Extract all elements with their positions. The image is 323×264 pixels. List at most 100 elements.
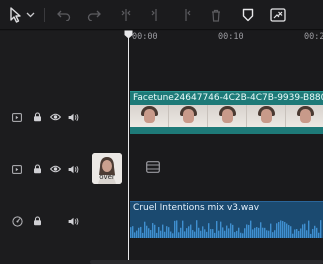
eye-icon[interactable] — [48, 110, 62, 124]
audio-clip-title: Cruel Intentions mix v3.wav — [133, 203, 260, 213]
redo-button[interactable] — [84, 5, 104, 25]
lock-icon[interactable] — [30, 162, 44, 176]
waveform-bar — [140, 226, 142, 238]
waveform-bar — [260, 222, 262, 238]
waveform-bar — [184, 231, 186, 238]
waveform-bar — [274, 230, 276, 238]
image-edit-icon — [270, 8, 286, 22]
waveform-bar — [132, 226, 134, 238]
waveform-bar — [214, 232, 216, 238]
split-left-icon — [151, 9, 157, 21]
time-ruler[interactable]: 00:00 00:10 00:20 — [128, 31, 323, 43]
waveform-bar — [278, 221, 280, 238]
waveform-bar — [212, 229, 214, 238]
waveform-bar — [308, 220, 310, 238]
video-frame-thumbnail — [169, 105, 208, 127]
waveform-bar — [238, 227, 240, 238]
waveform-bar — [188, 226, 190, 238]
waveform-bar — [272, 232, 274, 238]
waveform-bar — [202, 226, 204, 238]
speaker-icon[interactable] — [66, 110, 80, 124]
waveform-bar — [218, 230, 220, 238]
waveform-bar — [174, 220, 176, 238]
video-clip[interactable]: Facetune24647746-4C2B-4C7B-9939-B88060 — [130, 91, 323, 134]
waveform-bar — [316, 227, 318, 238]
audio-disc-icon[interactable] — [10, 214, 24, 228]
split-right-button[interactable] — [176, 5, 196, 25]
waveform-bar — [162, 224, 164, 238]
waveform-bar — [266, 230, 268, 238]
undo-button[interactable] — [54, 5, 74, 25]
waveform-bar — [286, 223, 288, 238]
mark-button[interactable] — [238, 5, 258, 25]
waveform-bar — [222, 227, 224, 238]
waveform-bar — [134, 232, 136, 238]
waveform-bar — [138, 227, 140, 238]
eye-icon[interactable] — [48, 162, 62, 176]
video-frame-thumbnail — [208, 105, 247, 127]
toolbar-divider — [44, 8, 45, 22]
undo-icon — [57, 10, 71, 21]
waveform-bar — [318, 232, 320, 238]
waveform-bar — [298, 230, 300, 238]
ruler-tick-label: 00:20 — [304, 32, 323, 42]
video-track-controls — [0, 107, 90, 127]
waveform-bar — [240, 232, 242, 238]
waveform-bar — [280, 220, 282, 238]
waveform-bar — [148, 228, 150, 238]
waveform-bar — [304, 223, 306, 238]
waveform-bar — [146, 225, 148, 238]
waveform-bar — [154, 224, 156, 238]
waveform-bar — [246, 224, 248, 238]
tool-dropdown[interactable] — [24, 5, 36, 25]
cover-track-controls — [0, 159, 90, 179]
waveform-bar — [226, 225, 228, 238]
waveform-bar — [178, 232, 180, 238]
screen-icon[interactable] — [10, 110, 24, 124]
waveform-bar — [158, 227, 160, 238]
waveform-bar — [302, 224, 304, 238]
waveform-bar — [292, 233, 294, 238]
waveform-bar — [288, 225, 290, 238]
audio-track-controls — [0, 211, 90, 231]
waveform-bar — [300, 228, 302, 238]
waveform-bar — [152, 223, 154, 238]
waveform-bar — [270, 223, 272, 238]
timeline-horizontal-scrollbar[interactable] — [90, 260, 323, 264]
waveform-bar — [130, 227, 132, 238]
freeze-frame-button[interactable] — [268, 5, 288, 25]
waveform-bar — [310, 233, 312, 238]
split-left-button[interactable] — [146, 5, 166, 25]
waveform-bar — [210, 229, 212, 238]
select-tool-button[interactable] — [6, 5, 26, 25]
timeline[interactable]: 00:00 00:10 00:20 Facetune24647746-4C2B-… — [128, 31, 323, 264]
waveform-bar — [320, 220, 322, 238]
waveform-bar — [220, 221, 222, 238]
waveform-bar — [284, 221, 286, 238]
split-button[interactable] — [116, 5, 136, 25]
playhead-handle[interactable] — [124, 30, 133, 39]
waveform-bar — [230, 223, 232, 238]
waveform-bar — [250, 220, 252, 238]
cover-thumbnail[interactable]: over — [92, 153, 122, 184]
lock-icon[interactable] — [30, 214, 44, 228]
waveform-bar — [160, 230, 162, 238]
screen-icon[interactable] — [10, 162, 24, 176]
waveform-bar — [268, 230, 270, 238]
audio-clip[interactable]: Cruel Intentions mix v3.wav — [130, 201, 323, 238]
speaker-icon[interactable] — [66, 214, 80, 228]
waveform-bar — [254, 227, 256, 238]
video-clip-title: Facetune24647746-4C2B-4C7B-9939-B88060 — [133, 93, 323, 103]
speaker-icon[interactable] — [66, 162, 80, 176]
waveform-bar — [242, 233, 244, 238]
playhead-line[interactable] — [128, 36, 129, 261]
waveform-bar — [306, 230, 308, 238]
delete-button[interactable] — [206, 5, 226, 25]
waveform-bar — [234, 232, 236, 238]
waveform-bar — [198, 227, 200, 238]
film-frame-icon[interactable] — [146, 161, 160, 173]
lock-icon[interactable] — [30, 110, 44, 124]
waveform-bar — [232, 224, 234, 238]
waveform-bar — [150, 230, 152, 238]
split-icon — [121, 9, 131, 21]
